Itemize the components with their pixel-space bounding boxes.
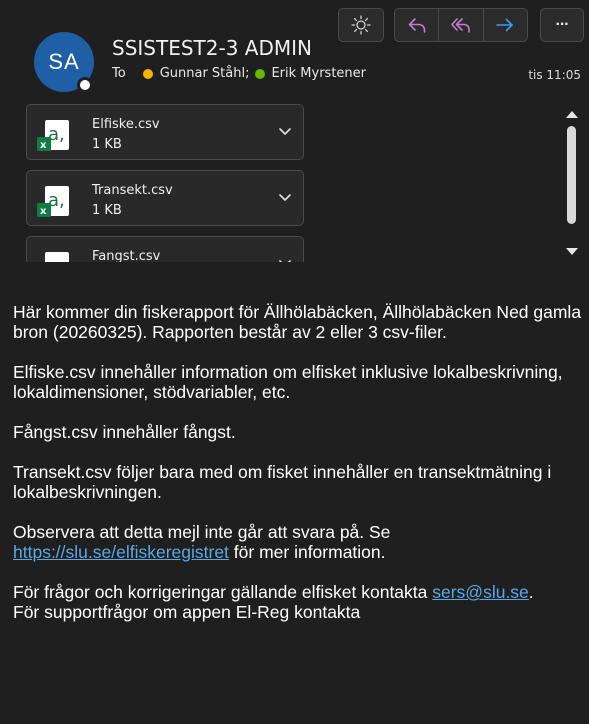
attachment-fangst[interactable]: a, Fangst.csv: [26, 236, 304, 262]
body-text: .: [528, 582, 534, 602]
forward-button[interactable]: [484, 9, 527, 41]
message-body: Här kommer din fiskerapport för Ällhölab…: [13, 302, 583, 642]
body-text: för mer information.: [228, 542, 386, 562]
away-status-icon: [141, 67, 154, 80]
sender-name[interactable]: SSISTEST2-3 ADMIN: [112, 36, 312, 60]
attachment-name: Fangst.csv: [92, 249, 161, 262]
body-text: För supportfrågor om appen El-Reg kontak…: [13, 602, 361, 622]
attachment-name: Elfiske.csv: [92, 117, 160, 132]
available-status-icon: [255, 68, 266, 79]
body-paragraph: Elfiske.csv innehåller information om el…: [13, 362, 563, 402]
to-label: To: [112, 66, 126, 81]
avatar-initials: SA: [48, 49, 80, 74]
body-text: Observera att detta mejl inte går att sv…: [13, 522, 391, 542]
body-paragraph: Fångst.csv innehåller fångst.: [13, 422, 236, 442]
body-paragraph: För frågor och korrigeringar gällande el…: [13, 582, 583, 622]
excel-csv-icon: a, x: [37, 120, 69, 151]
reply-all-button[interactable]: [439, 9, 484, 41]
attachment-transekt[interactable]: a, x Transekt.csv 1 KB: [26, 170, 304, 226]
attachments-scrollbar[interactable]: [563, 104, 581, 262]
email-link[interactable]: sers@slu.se: [432, 582, 529, 602]
recipient-erik[interactable]: Erik Myrstener: [271, 66, 366, 81]
svg-text:x: x: [40, 140, 47, 151]
chevron-down-icon[interactable]: [277, 189, 293, 205]
attachment-elfiske[interactable]: a, x Elfiske.csv 1 KB: [26, 104, 304, 160]
chevron-down-icon[interactable]: [277, 255, 293, 262]
svg-text:a,: a,: [48, 256, 65, 262]
scrollbar-thumb[interactable]: [567, 126, 576, 224]
body-paragraph: Observera att detta mejl inte går att sv…: [13, 522, 583, 562]
more-actions-button[interactable]: ···: [540, 8, 584, 42]
reply-all-icon: [451, 18, 470, 33]
presence-status-icon: [77, 77, 93, 93]
scroll-up-icon[interactable]: [563, 108, 581, 120]
attachments-list: a, x Elfiske.csv 1 KB a, x Transekt.csv …: [26, 100, 306, 262]
excel-csv-icon: a,: [45, 252, 69, 262]
attachment-name: Transekt.csv: [92, 183, 173, 198]
excel-csv-icon: a, x: [37, 186, 69, 217]
reply-actions-group: [394, 8, 528, 42]
reply-button[interactable]: [395, 9, 440, 41]
svg-text:x: x: [40, 206, 47, 217]
received-time: tis 11:05: [528, 68, 581, 82]
recipients-line: To Gunnar Ståhl; Erik Myrstener: [112, 66, 366, 81]
reply-icon: [408, 18, 425, 33]
more-icon: ···: [555, 16, 570, 33]
theme-toggle-button[interactable]: [338, 8, 384, 42]
scroll-down-icon[interactable]: [563, 246, 581, 258]
body-text: För frågor och korrigeringar gällande el…: [13, 582, 433, 602]
recipient-gunnar[interactable]: Gunnar Ståhl;: [160, 66, 250, 81]
forward-icon: [496, 18, 514, 32]
message-header: SA SSISTEST2-3 ADMIN To Gunnar Ståhl; Er…: [0, 0, 589, 262]
chevron-down-icon[interactable]: [277, 123, 293, 139]
attachment-size: 1 KB: [92, 203, 122, 218]
sun-icon: [351, 15, 371, 35]
elfiskeregistret-link[interactable]: https://slu.se/elfiskeregistret: [13, 542, 229, 562]
body-paragraph: Här kommer din fiskerapport för Ällhölab…: [13, 302, 582, 342]
attachment-size: 1 KB: [92, 137, 122, 152]
body-paragraph: Transekt.csv följer bara med om fisket i…: [13, 462, 552, 502]
